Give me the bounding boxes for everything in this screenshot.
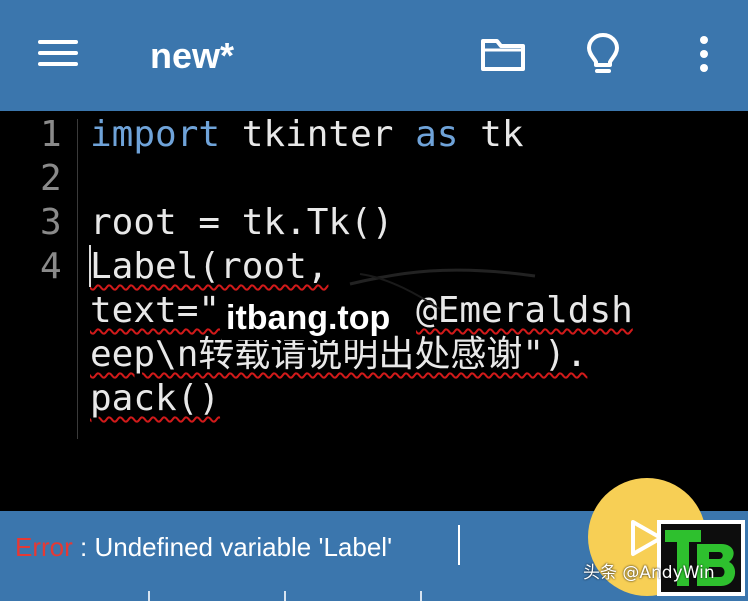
- code-line-1: import tkinter as tk: [90, 113, 524, 157]
- code-text: text=": [90, 290, 221, 331]
- code-text: tkinter: [220, 114, 416, 155]
- error-label: Error: [15, 532, 73, 562]
- code-line-3: root = tk.Tk(): [90, 202, 394, 243]
- lightbulb-icon[interactable]: [585, 32, 621, 76]
- code-text: tk: [458, 114, 524, 155]
- folder-icon[interactable]: [480, 36, 526, 72]
- text-cursor: [89, 245, 91, 287]
- code-line-4-pack: pack(): [90, 378, 221, 419]
- error-detail: : Undefined variable 'Label': [72, 532, 393, 562]
- tb-logo: [657, 520, 745, 596]
- line-number: 3: [40, 202, 62, 243]
- more-vert-icon[interactable]: [694, 34, 714, 74]
- line-number: 2: [40, 158, 62, 199]
- code-line-4-label-call: Label(root,: [90, 246, 329, 287]
- file-title: new*: [150, 35, 235, 76]
- code-editor[interactable]: 1 2 3 4 import tkinter as tk root = tk.T…: [0, 111, 748, 511]
- error-message: Error : Undefined variable 'Label': [15, 531, 392, 563]
- keyword-as: as: [415, 114, 459, 155]
- keyword-import: import: [90, 114, 221, 155]
- gutter-divider: [77, 119, 78, 439]
- menu-icon[interactable]: [38, 40, 78, 66]
- status-divider: [458, 525, 460, 565]
- credit-watermark: 头条 @AndyWin: [583, 563, 715, 583]
- app-bar: new*: [0, 0, 748, 111]
- watermark-text: itbang.top: [222, 296, 395, 340]
- line-number: 4: [40, 246, 62, 287]
- line-number: 1: [40, 114, 62, 155]
